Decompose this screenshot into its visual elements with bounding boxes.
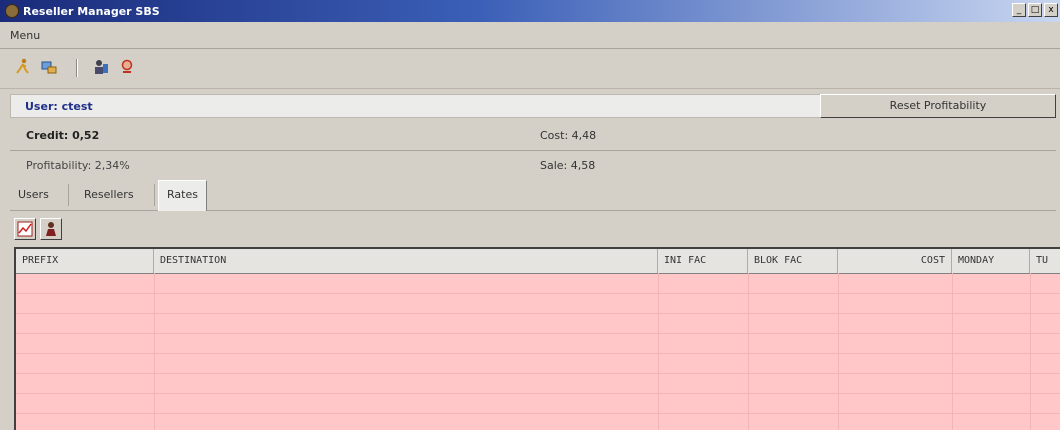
title-bar: Reseller Manager SBS _ □ x	[0, 0, 1060, 22]
person-run-icon[interactable]	[14, 58, 32, 76]
tab-rates[interactable]: Rates	[158, 180, 207, 211]
app-icon	[5, 4, 19, 18]
grid-line	[16, 373, 1060, 374]
user-search-icon[interactable]	[118, 58, 136, 76]
table-header: PREFIX DESTINATION INI FAC BLOK FAC COST…	[16, 249, 1060, 274]
chart-icon	[17, 221, 33, 237]
minimize-button[interactable]: _	[1012, 3, 1026, 17]
person-icon	[46, 222, 56, 236]
column-header-cost[interactable]: COST	[838, 249, 952, 273]
grid-line	[16, 313, 1060, 314]
grid-line	[658, 273, 659, 430]
column-header-prefix[interactable]: PREFIX	[16, 249, 154, 273]
close-button[interactable]: x	[1044, 3, 1058, 17]
grid-line	[16, 413, 1060, 414]
grid-line	[16, 333, 1060, 334]
window-controls: _ □ x	[1012, 3, 1058, 17]
column-header-tuesday[interactable]: TU	[1030, 249, 1060, 273]
column-header-ini-fac[interactable]: INI FAC	[658, 249, 748, 273]
cost-value: Cost: 4,48	[540, 129, 597, 142]
column-header-destination[interactable]: DESTINATION	[154, 249, 658, 273]
user-config-icon[interactable]	[92, 58, 110, 76]
grid-line	[16, 393, 1060, 394]
grid-line	[16, 353, 1060, 354]
credit-value: Credit: 0,52	[26, 129, 100, 142]
tab-bar: Users Resellers Rates	[10, 180, 1056, 211]
reset-profitability-button[interactable]: Reset Profitability	[820, 94, 1056, 118]
info-row-credit: Credit: 0,52 Cost: 4,48	[10, 122, 1056, 151]
toolbar	[0, 50, 1060, 89]
column-header-monday[interactable]: MONDAY	[952, 249, 1030, 273]
tab-users[interactable]: Users	[10, 182, 57, 208]
grid-line	[748, 273, 749, 430]
menu-item-menu[interactable]: Menu	[10, 29, 40, 42]
grid-line	[1030, 273, 1031, 430]
chart-button[interactable]	[14, 218, 36, 240]
tab-divider	[68, 184, 69, 206]
toolbar-separator	[76, 59, 78, 77]
profitability-value: Profitability: 2,34%	[26, 159, 130, 172]
column-header-blok-fac[interactable]: BLOK FAC	[748, 249, 838, 273]
sale-value: Sale: 4,58	[540, 159, 596, 172]
menu-bar: Menu	[0, 22, 1060, 49]
person-button[interactable]	[40, 218, 62, 240]
grid-line	[16, 293, 1060, 294]
rates-table: PREFIX DESTINATION INI FAC BLOK FAC COST…	[14, 247, 1060, 430]
user-label: User: ctest	[25, 100, 93, 113]
grid-line	[952, 273, 953, 430]
window-title: Reseller Manager SBS	[23, 4, 160, 18]
tab-divider	[154, 184, 155, 206]
maximize-button[interactable]: □	[1028, 3, 1042, 17]
grid-line	[838, 273, 839, 430]
info-row-profitability: Profitability: 2,34% Sale: 4,58	[10, 152, 1056, 180]
network-icon[interactable]	[40, 58, 58, 76]
grid-line	[154, 273, 155, 430]
tab-resellers[interactable]: Resellers	[76, 182, 142, 208]
